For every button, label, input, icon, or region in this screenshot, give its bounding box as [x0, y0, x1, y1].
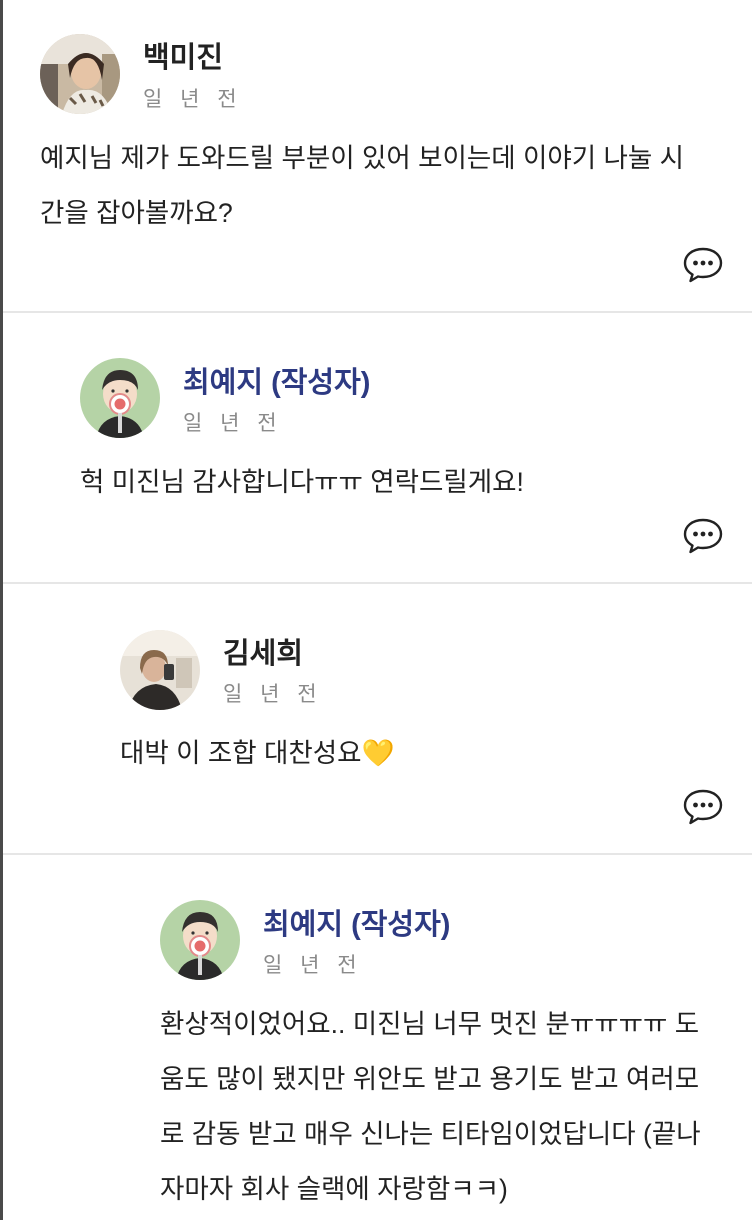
comment-item: 백미진 일 년 전 예지님 제가 도와드릴 부분이 있어 보이는데 이야기 나눌…	[0, 0, 752, 312]
comment-item: 최예지 (작성자) 일 년 전 헉 미진님 감사합니다ㅠㅠ 연락드릴게요!	[0, 313, 752, 583]
comment-text: 헉 미진님 감사합니다ㅠㅠ 연락드릴게요!	[80, 467, 524, 497]
comment-text-body: 대박 이 조합 대찬성요	[120, 738, 362, 768]
avatar[interactable]	[160, 900, 240, 980]
speech-bubble-icon	[683, 789, 723, 825]
comment-timestamp: 일 년 전	[223, 683, 323, 706]
comment-item: 김세희 일 년 전 대박 이 조합 대찬성요💛	[0, 584, 752, 854]
speech-bubble-icon	[683, 247, 723, 283]
reply-button[interactable]	[682, 788, 724, 826]
reply-button[interactable]	[682, 246, 724, 284]
comment-text: 환상적이었어요.. 미진님 너무 멋진 분ㅠㅠㅠㅠ 도움도 많이 됐지만 위안도…	[160, 1009, 701, 1204]
comment-text: 대박 이 조합 대찬성요💛	[120, 726, 708, 781]
reply-button[interactable]	[682, 517, 724, 555]
comment-author[interactable]: 백미진	[143, 34, 223, 76]
yellow-heart-emoji: 💛	[361, 738, 395, 768]
avatar[interactable]	[80, 358, 160, 438]
speech-bubble-icon	[683, 518, 723, 554]
comment-author[interactable]: 김세희	[223, 630, 303, 672]
comment-item: 최예지 (작성자) 일 년 전 환상적이었어요.. 미진님 너무 멋진 분ㅠㅠㅠ…	[0, 855, 752, 1220]
comment-author[interactable]: 최예지 (작성자)	[183, 359, 370, 401]
comment-timestamp: 일 년 전	[263, 954, 363, 977]
avatar[interactable]	[40, 34, 120, 114]
comment-timestamp: 일 년 전	[143, 88, 243, 111]
comment-author[interactable]: 최예지 (작성자)	[263, 901, 450, 943]
avatar[interactable]	[120, 630, 200, 710]
comment-timestamp: 일 년 전	[183, 412, 283, 435]
comment-text: 예지님 제가 도와드릴 부분이 있어 보이는데 이야기 나눌 시간을 잡아볼까요…	[40, 143, 685, 228]
